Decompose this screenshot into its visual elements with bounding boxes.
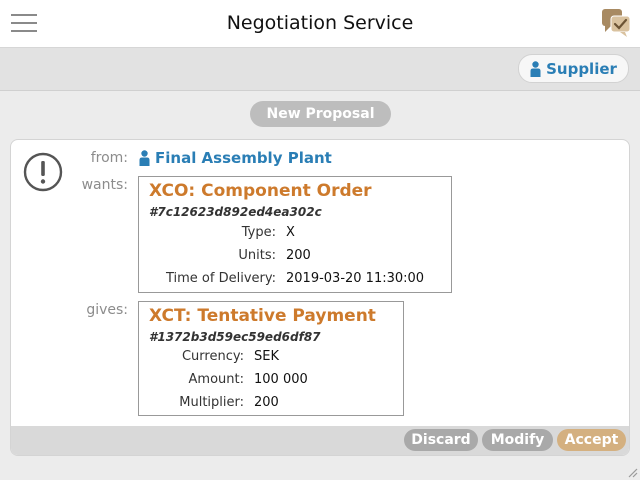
role-bar: Supplier [0, 48, 640, 91]
gives-prop-key: Multiplier: [179, 395, 244, 410]
wants-prop-key: Type: [241, 225, 276, 240]
wants-item-hash: #7c12623d892ed4ea302c [149, 205, 322, 219]
from-party-name: Final Assembly Plant [155, 149, 332, 167]
accept-button[interactable]: Accept [557, 429, 626, 451]
wants-item-title: XCO: Component Order [149, 181, 372, 201]
gives-prop-key: Amount: [188, 372, 244, 387]
gives-item-box: XCT: Tentative Payment #1372b3d59ec59ed6… [138, 301, 404, 416]
chat-tasks-icon[interactable] [601, 8, 631, 38]
gives-label: gives: [86, 302, 128, 318]
gives-prop-key: Currency: [181, 349, 244, 364]
gives-item-hash: #1372b3d59ec59ed6df87 [149, 330, 321, 344]
discard-button[interactable]: Discard [404, 429, 478, 451]
from-party-link[interactable]: Final Assembly Plant [139, 149, 332, 167]
wants-prop-value: 2019-03-20 11:30:00 [286, 271, 425, 286]
wants-label: wants: [81, 177, 128, 193]
role-supplier-button[interactable]: Supplier [518, 54, 629, 83]
wants-prop-key: Time of Delivery: [165, 271, 276, 286]
exclamation-circle-icon [23, 152, 63, 192]
wants-prop-key: Units: [238, 248, 276, 263]
new-proposal-button[interactable]: New Proposal [250, 101, 391, 127]
gives-prop-value: SEK [254, 349, 279, 364]
wants-prop-value: 200 [286, 248, 311, 263]
from-label: from: [90, 150, 128, 166]
proposal-card: from: Final Assembly Plant wants: XCO: C… [10, 139, 630, 456]
wants-item-box: XCO: Component Order #7c12623d892ed4ea30… [138, 176, 452, 293]
wants-prop-value: X [286, 225, 295, 240]
person-icon [530, 60, 541, 77]
app-title: Negotiation Service [226, 12, 414, 34]
gives-prop-value: 200 [254, 395, 279, 410]
resize-grip-icon[interactable] [626, 466, 638, 478]
role-label: Supplier [546, 59, 617, 78]
gives-prop-value: 100 000 [254, 372, 308, 387]
person-icon [139, 150, 150, 166]
app-header: Negotiation Service [0, 0, 640, 48]
proposal-actions-bar: Discard Modify Accept [11, 426, 629, 455]
gives-item-title: XCT: Tentative Payment [149, 306, 376, 326]
modify-button[interactable]: Modify [482, 429, 553, 451]
